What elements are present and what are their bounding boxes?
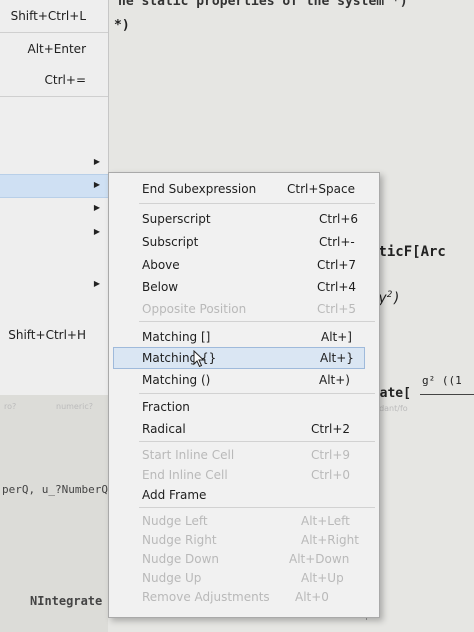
menu-separator (139, 441, 375, 442)
submenu-arrow-icon: ▶ (93, 279, 100, 288)
menu-item-nudge-down[interactable]: Nudge Down Alt+Down (109, 549, 379, 569)
fraction-line (420, 394, 474, 395)
parent-menu-submenu-1[interactable]: ▶ (0, 152, 108, 174)
menu-separator (139, 321, 375, 322)
menu-item-fraction[interactable]: Fraction (109, 397, 379, 417)
parent-menu: Shift+Ctrl+L Alt+Enter Ctrl+= ▶ ▶ ▶ ▶ ▶ … (0, 0, 109, 395)
parent-shortcut-4: Shift+Ctrl+H (8, 328, 86, 342)
menu-item-nudge-up[interactable]: Nudge Up Alt+Up (109, 568, 379, 588)
menu-item-start-inline-cell[interactable]: Start Inline Cell Ctrl+9 (109, 445, 379, 465)
submenu-arrow-icon: ▶ (93, 227, 100, 236)
menu-item-opposite-position[interactable]: Opposite Position Ctrl+5 (109, 299, 379, 319)
menu-item-matching-parens[interactable]: Matching () Alt+) (109, 370, 379, 390)
menu-separator (139, 203, 375, 204)
parent-menu-item-1[interactable]: Shift+Ctrl+L (0, 6, 108, 28)
menu-item-above[interactable]: Above Ctrl+7 (109, 255, 379, 275)
submenu-arrow-icon: ▶ (93, 157, 100, 166)
parent-menu-submenu-3[interactable]: ▶ (0, 222, 108, 244)
menu-item-subscript[interactable]: Subscript Ctrl+- (109, 232, 379, 252)
menu-separator (139, 393, 375, 394)
parent-shortcut-1: Shift+Ctrl+L (10, 9, 86, 23)
menu-item-nudge-left[interactable]: Nudge Left Alt+Left (109, 511, 379, 531)
faint-label-mid: numeric? (56, 402, 94, 411)
submenu-arrow-icon: ▶ (93, 203, 100, 212)
menu-item-matching-braces[interactable]: Matching {} Alt+} (113, 347, 365, 369)
code-perq: perQ, u_?NumberQ] (2, 483, 115, 496)
menu-separator (139, 507, 375, 508)
menu-item-below[interactable]: Below Ctrl+4 (109, 277, 379, 297)
parent-menu-submenu-2[interactable]: ▶ (0, 198, 108, 220)
menu-item-remove-adjustments[interactable]: Remove Adjustments Alt+0 (109, 587, 379, 607)
menu-item-end-subexpression[interactable]: End Subexpression Ctrl+Space (109, 179, 379, 199)
parent-separator (0, 96, 108, 97)
parent-shortcut-3: Ctrl+= (44, 73, 86, 87)
mouse-pointer-icon (193, 350, 205, 368)
code-nintegrate: NIntegrate (30, 594, 103, 608)
menu-item-matching-brackets[interactable]: Matching [] Alt+] (109, 327, 379, 347)
submenu-arrow-icon: ▶ (93, 180, 100, 189)
code-comment-close: *) (114, 18, 130, 33)
code-comment-top: he static properties of the system *) (118, 0, 408, 9)
insert-submenu: End Subexpression Ctrl+Space Superscript… (108, 172, 380, 618)
parent-menu-submenu-4[interactable]: ▶ (0, 274, 108, 296)
parent-menu-item-2[interactable]: Alt+Enter (0, 39, 108, 61)
menu-item-superscript[interactable]: Superscript Ctrl+6 (109, 209, 379, 229)
menu-item-end-inline-cell[interactable]: End Inline Cell Ctrl+0 (109, 465, 379, 485)
parent-menu-item-4[interactable]: Shift+Ctrl+H (0, 325, 108, 347)
parent-menu-item-3[interactable]: Ctrl+= (0, 70, 108, 92)
parent-menu-submenu-active[interactable]: ▶ (0, 174, 108, 198)
code-grate-numerator: g² ((1 (422, 374, 462, 387)
menu-item-nudge-right[interactable]: Nudge Right Alt+Right (109, 530, 379, 550)
menu-item-radical[interactable]: Radical Ctrl+2 (109, 419, 379, 439)
parent-separator (0, 32, 108, 33)
parent-shortcut-2: Alt+Enter (27, 42, 86, 56)
faint-label-left: ro? (4, 402, 17, 411)
menu-item-add-frame[interactable]: Add Frame (109, 485, 379, 505)
